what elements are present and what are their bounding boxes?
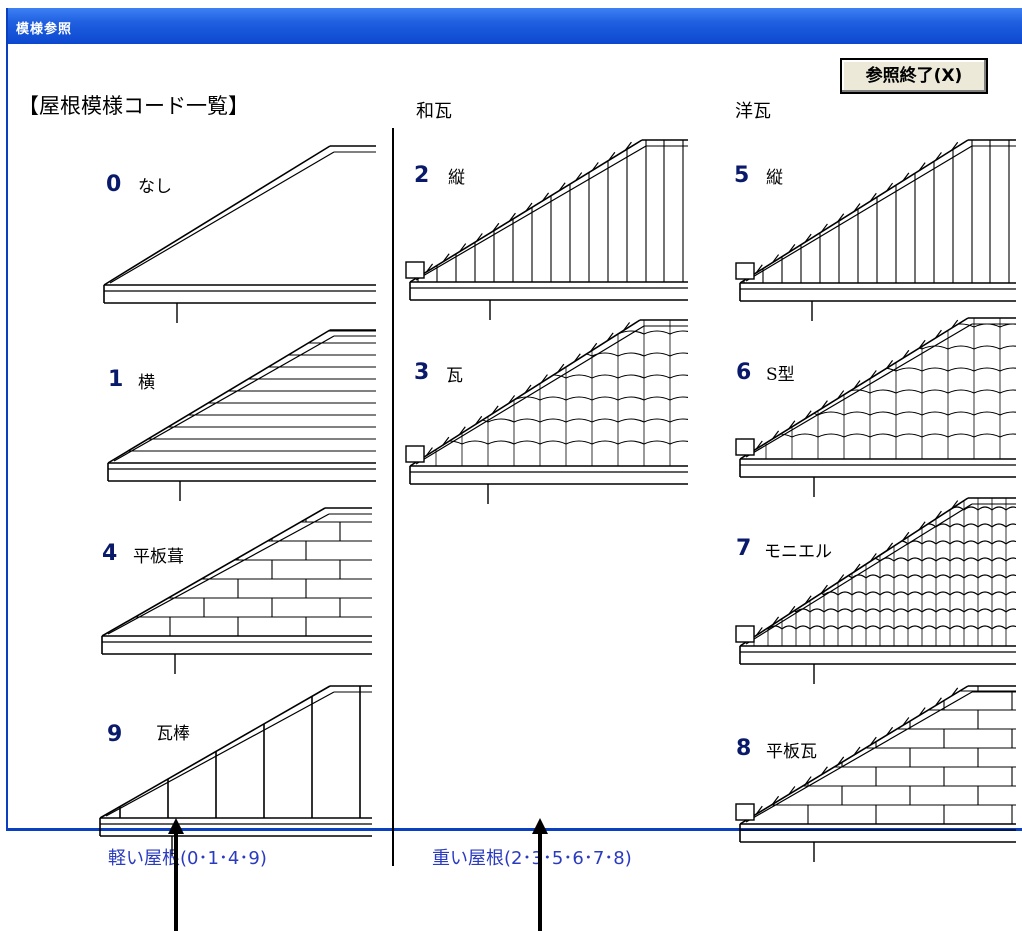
roof-3 xyxy=(405,319,688,504)
roof-0 xyxy=(103,145,376,323)
roof-6 xyxy=(735,317,1016,497)
roof-illustrations xyxy=(99,139,1016,862)
roof-7 xyxy=(735,497,1016,684)
roof-8 xyxy=(735,685,1016,862)
roof-5 xyxy=(735,139,1016,321)
roof-1 xyxy=(107,329,376,501)
roof-4 xyxy=(101,507,372,674)
roof-9 xyxy=(99,685,372,856)
roof-2 xyxy=(405,139,688,320)
